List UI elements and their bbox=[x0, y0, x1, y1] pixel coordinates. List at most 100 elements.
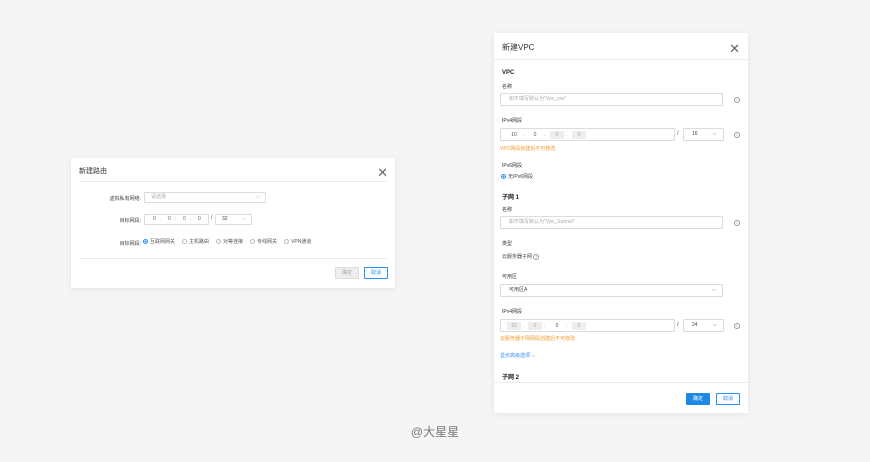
dot: . bbox=[523, 323, 525, 329]
nexthop-radio-group: 互联网网关 主机路由 对等连接 专线网关 VPN通道 bbox=[143, 238, 311, 245]
dot: . bbox=[544, 132, 546, 138]
radio-no-ipv6[interactable]: 无IPv6网段 bbox=[501, 173, 533, 180]
radio-vpn[interactable]: VPN通道 bbox=[284, 238, 311, 245]
radio-unchecked-icon bbox=[250, 239, 256, 244]
info-icon[interactable]: i bbox=[734, 323, 740, 329]
dest-octet-3: 0 bbox=[183, 216, 186, 222]
slash: / bbox=[211, 215, 213, 221]
dest-mask-select[interactable]: 32 ⌵ bbox=[215, 214, 252, 225]
vpc-ipv4-input[interactable]: 10 . 0 . 0 . 0 bbox=[500, 128, 675, 141]
chevron-down-icon: ⌵ bbox=[242, 216, 246, 222]
radio-label: 对等连接 bbox=[223, 239, 244, 245]
radio-label: 专线网关 bbox=[257, 239, 278, 245]
chevron-down-icon: ⌵ bbox=[711, 287, 716, 293]
close-icon[interactable]: ✕ bbox=[377, 166, 388, 179]
radio-label: 主机路由 bbox=[189, 239, 210, 245]
radio-checked-icon bbox=[143, 239, 148, 244]
dot: . bbox=[190, 216, 192, 222]
confirm-button[interactable]: 确定 bbox=[335, 267, 359, 279]
vpc-dialog-title: 新建VPC bbox=[502, 43, 535, 52]
info-icon[interactable]: i bbox=[734, 97, 740, 103]
dest-octet-4: 0 bbox=[198, 216, 201, 222]
divider bbox=[79, 258, 387, 259]
dot: . bbox=[523, 132, 525, 138]
subnet-ipv4-octet-2: 0 bbox=[528, 322, 542, 330]
zone-select[interactable]: 可用区A ⌵ bbox=[500, 284, 723, 297]
route-dialog-title: 新建路由 bbox=[79, 168, 107, 175]
radio-label: VPN通道 bbox=[291, 239, 312, 245]
vpc-section-title: VPC bbox=[502, 70, 515, 76]
radio-unchecked-icon bbox=[216, 239, 222, 244]
slash: / bbox=[677, 322, 679, 328]
radio-label: 无IPv6网段 bbox=[508, 174, 534, 180]
chevron-down-icon: ⌵ bbox=[712, 322, 717, 328]
close-icon[interactable]: ✕ bbox=[729, 42, 740, 55]
advanced-options-text: 显示高级选项 bbox=[500, 353, 531, 359]
subnet-mask-value: 24 bbox=[692, 322, 698, 328]
radio-peering[interactable]: 对等连接 bbox=[216, 238, 243, 245]
zone-value: 可用区A bbox=[509, 287, 528, 293]
subnet2-section-title: 子网 2 bbox=[502, 375, 520, 381]
divider bbox=[494, 382, 748, 383]
subnet-name-label: 名称 bbox=[502, 207, 513, 213]
cancel-button[interactable]: 取消 bbox=[364, 267, 388, 279]
watermark: @大星星 bbox=[410, 425, 460, 439]
vpc-ipv4-label: IPv4网段 bbox=[502, 118, 523, 124]
confirm-button[interactable]: 确定 bbox=[686, 393, 710, 405]
vpc-ipv4-octet-1[interactable]: 10 bbox=[507, 131, 521, 139]
dot: . bbox=[566, 132, 568, 138]
slash: / bbox=[677, 131, 679, 137]
subnet-ipv4-octet-1: 10 bbox=[507, 322, 521, 330]
radio-unchecked-icon bbox=[182, 239, 188, 244]
help-icon[interactable]: ? bbox=[533, 253, 540, 260]
dest-octet-2: 0 bbox=[168, 216, 171, 222]
dest-ip-input[interactable]: 0 . 0 . 0 . 0 bbox=[144, 214, 209, 225]
advanced-options-link[interactable]: 显示高级选项 ⌵ bbox=[500, 352, 535, 359]
dest-mask-value: 32 bbox=[222, 216, 228, 222]
radio-direct-gateway[interactable]: 专线网关 bbox=[250, 238, 277, 245]
vpc-name-input[interactable]: 如不填写默认为"Vpc_xxx" bbox=[500, 93, 723, 106]
subnet-ipv4-octet-3[interactable]: 0 bbox=[550, 322, 564, 330]
vpc-ipv4-warning: VPC网段创建后不可修改 bbox=[500, 146, 556, 152]
radio-internet-gateway[interactable]: 互联网网关 bbox=[143, 238, 175, 245]
vpc-ipv4-octet-2[interactable]: 0 bbox=[528, 131, 542, 139]
subnet-name-input[interactable]: 如不填写默认为"Vpc_Subnet" bbox=[500, 216, 723, 229]
chevron-down-icon: ⌵ bbox=[256, 194, 260, 200]
subnet-ipv4-input[interactable]: 10 . 0 . 0 . 0 bbox=[500, 319, 675, 332]
subnet-type-value: 云服务器子网 ? bbox=[502, 253, 540, 260]
vpc-mask-value: 16 bbox=[692, 131, 698, 137]
new-route-dialog: 新建路由 ✕ 虚拟私有网络: 请选择 ⌵ 目标网段: 0 . 0 . 0 . 0… bbox=[71, 158, 395, 288]
subnet-mask-select[interactable]: 24 ⌵ bbox=[683, 319, 724, 332]
radio-label: 互联网网关 bbox=[150, 239, 176, 245]
dest-label: 目标网段: bbox=[119, 218, 141, 224]
info-icon[interactable]: i bbox=[734, 132, 740, 138]
vpc-ipv6-label: IPv6网段 bbox=[502, 163, 523, 169]
dot: . bbox=[175, 216, 177, 222]
info-icon[interactable]: i bbox=[734, 220, 740, 226]
dest-octet-1: 0 bbox=[153, 216, 156, 222]
nexthop-label: 目标网段: bbox=[119, 241, 141, 247]
cancel-button[interactable]: 取消 bbox=[716, 393, 740, 405]
chevron-down-icon: ⌵ bbox=[531, 353, 536, 359]
subnet1-section-title: 子网 1 bbox=[502, 195, 520, 201]
vpc-select[interactable]: 请选择 ⌵ bbox=[144, 192, 266, 203]
vpc-ipv4-octet-4: 0 bbox=[572, 131, 586, 139]
dot: . bbox=[544, 323, 546, 329]
vpc-select-placeholder: 请选择 bbox=[151, 194, 167, 200]
vpc-label: 虚拟私有网络: bbox=[109, 196, 141, 202]
zone-label: 可用区 bbox=[502, 274, 518, 280]
divider bbox=[494, 59, 748, 60]
radio-unchecked-icon bbox=[284, 239, 290, 244]
subnet-ipv4-label: IPv4网段 bbox=[502, 309, 523, 315]
radio-host-route[interactable]: 主机路由 bbox=[182, 238, 209, 245]
subnet-ipv4-octet-4: 0 bbox=[572, 322, 586, 330]
radio-checked-icon bbox=[501, 174, 506, 179]
new-vpc-dialog: 新建VPC ✕ VPC 名称 如不填写默认为"Vpc_xxx" i IPv4网段… bbox=[494, 33, 748, 413]
vpc-ipv4-octet-3: 0 bbox=[550, 131, 564, 139]
vpc-name-label: 名称 bbox=[502, 84, 513, 90]
subnet-ipv4-warning: 云服务器子网网段创建后不可修改 bbox=[500, 336, 576, 342]
vpc-mask-select[interactable]: 16 ⌵ bbox=[683, 128, 724, 141]
divider bbox=[79, 181, 387, 182]
dot: . bbox=[566, 323, 568, 329]
subnet-type-label: 类型 bbox=[502, 241, 513, 247]
